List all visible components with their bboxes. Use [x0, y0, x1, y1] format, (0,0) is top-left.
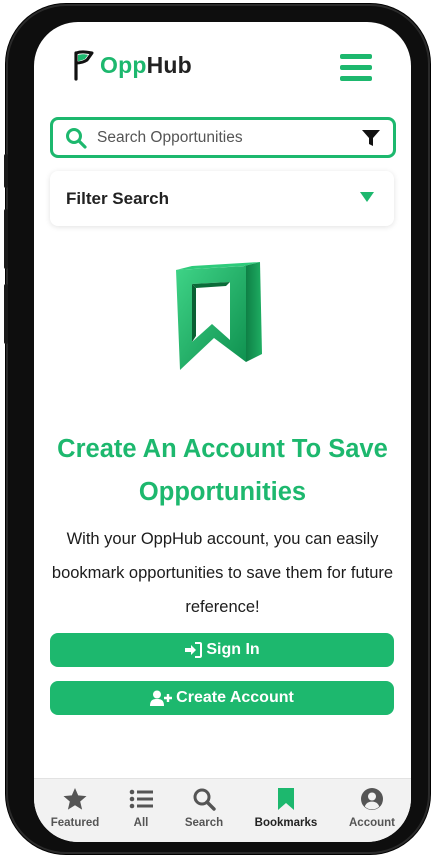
nav-account-label: Account: [349, 817, 395, 829]
nav-featured-label: Featured: [50, 817, 100, 829]
phone-side-button: [4, 209, 8, 269]
search-bar: [50, 117, 396, 158]
create-account-button[interactable]: Create Account: [50, 681, 394, 715]
sign-in-label: Sign In: [206, 641, 260, 658]
search-input[interactable]: [95, 125, 349, 151]
user-plus-icon: [150, 690, 173, 706]
phone-side-button: [4, 154, 8, 188]
filter-search-label: Filter Search: [66, 189, 169, 208]
nav-search-label: Search: [184, 817, 224, 829]
phone-frame: OppHub Filter Search: [4, 4, 430, 854]
caret-down-icon: [360, 192, 374, 202]
nav-account[interactable]: Account: [337, 787, 407, 829]
list-icon: [129, 789, 153, 809]
menu-icon[interactable]: [340, 54, 372, 82]
app-header: OppHub: [34, 22, 411, 112]
nav-bookmarks-label: Bookmarks: [254, 817, 318, 829]
search-icon: [66, 128, 87, 149]
nav-featured[interactable]: Featured: [40, 787, 110, 829]
flag-logo-icon: [74, 50, 94, 81]
search-icon: [193, 788, 216, 811]
nav-search[interactable]: Search: [169, 787, 239, 829]
bottom-navigation: Featured All Search Bookmarks Account: [34, 778, 411, 842]
user-circle-icon: [361, 788, 383, 810]
brand-suffix: Hub: [146, 51, 192, 78]
opphub-logo[interactable]: OppHub: [72, 49, 192, 81]
brand-prefix: Opp: [100, 51, 147, 78]
app-screen: OppHub Filter Search: [34, 22, 411, 842]
sign-in-button[interactable]: Sign In: [50, 633, 394, 667]
bookmark-illustration-icon: [176, 262, 262, 370]
nav-all[interactable]: All: [106, 787, 176, 829]
brand-name: OppHub: [100, 52, 192, 79]
bookmark-icon: [278, 788, 294, 810]
star-icon: [63, 788, 87, 810]
phone-side-button: [4, 284, 8, 344]
nav-bookmarks[interactable]: Bookmarks: [251, 787, 321, 829]
create-account-label: Create Account: [176, 689, 294, 706]
filter-icon[interactable]: [361, 128, 381, 148]
nav-all-label: All: [133, 817, 149, 829]
filter-search-dropdown[interactable]: Filter Search: [50, 171, 394, 226]
sign-in-icon: [185, 642, 203, 658]
empty-state-title: Create An Account To Save Opportunities: [57, 435, 388, 506]
empty-state-description: With your OppHub account, you can easily…: [51, 530, 394, 616]
